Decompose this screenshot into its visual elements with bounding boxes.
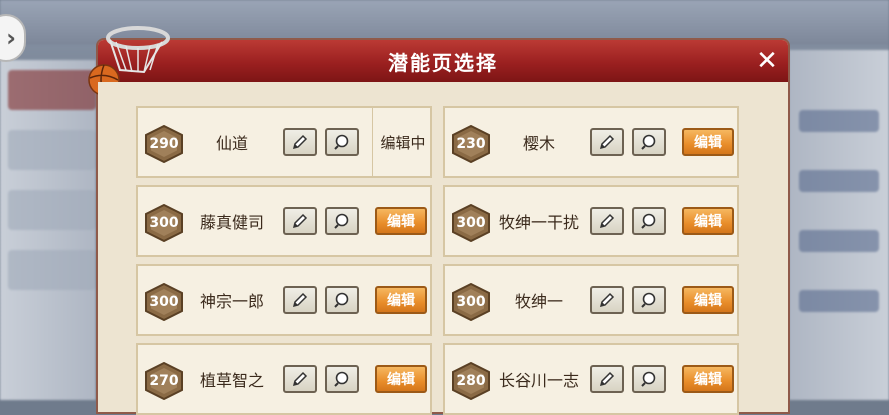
left-panel-blurred [0, 60, 96, 400]
potential-page-slot[interactable]: 300 牧绅一干扰 编辑 [443, 185, 739, 257]
magnifier-icon [641, 134, 656, 150]
view-button[interactable] [632, 128, 666, 156]
left-panel-row [8, 70, 96, 110]
rename-button[interactable] [590, 207, 624, 235]
level-badge: 280 [451, 362, 491, 400]
potential-page-slot[interactable]: 290 仙道 编辑中 [136, 106, 432, 178]
rename-button[interactable] [590, 365, 624, 393]
magnifier-icon [334, 134, 349, 150]
pencil-icon [599, 292, 615, 308]
pencil-icon [599, 134, 615, 150]
close-icon[interactable]: ✕ [752, 46, 782, 76]
magnifier-icon [334, 213, 349, 229]
page-list: 290 仙道 编辑中 230 樱木 编辑 300 藤真健司 编辑 300 牧绅一… [98, 82, 788, 415]
potential-page-slot[interactable]: 270 植草智之 编辑 [136, 343, 432, 415]
magnifier-icon [641, 213, 656, 229]
magnifier-icon [641, 292, 656, 308]
pencil-icon [292, 292, 308, 308]
player-name: 牧绅一干扰 [498, 213, 579, 232]
player-name: 仙道 [215, 134, 248, 153]
pencil-icon [599, 371, 615, 387]
player-name: 牧绅一 [514, 292, 563, 311]
view-button[interactable] [632, 286, 666, 314]
level-badge: 300 [144, 283, 184, 321]
level-number: 300 [149, 294, 179, 310]
edit-button[interactable]: 编辑 [682, 128, 734, 156]
pencil-icon [292, 213, 308, 229]
level-badge: 300 [144, 204, 184, 242]
left-panel-row [8, 190, 96, 230]
edit-button[interactable]: 编辑 [682, 286, 734, 314]
player-name: 藤真健司 [199, 213, 264, 232]
edit-button[interactable]: 编辑 [682, 365, 734, 393]
magnifier-icon [334, 371, 349, 387]
potential-page-dialog: 潜能页选择 ✕ 290 仙道 编辑中 230 樱木 编辑 300 藤真健司 编辑… [88, 26, 788, 415]
level-number: 300 [456, 294, 486, 310]
player-name: 植草智之 [199, 371, 264, 390]
level-badge: 230 [451, 125, 491, 163]
rename-button[interactable] [590, 286, 624, 314]
left-panel-row [8, 130, 96, 170]
pencil-icon [292, 371, 308, 387]
edit-button[interactable]: 编辑 [375, 207, 427, 235]
view-button[interactable] [632, 207, 666, 235]
edit-button[interactable]: 编辑 [375, 286, 427, 314]
view-button[interactable] [325, 365, 359, 393]
pencil-icon [599, 213, 615, 229]
level-number: 290 [149, 136, 179, 152]
rename-button[interactable] [590, 128, 624, 156]
right-panel-row [799, 170, 879, 192]
right-panel-row [799, 230, 879, 252]
potential-page-slot[interactable]: 280 长谷川一志 编辑 [443, 343, 739, 415]
level-badge: 270 [144, 362, 184, 400]
right-panel-blurred [789, 50, 889, 400]
edit-button[interactable]: 编辑 [375, 365, 427, 393]
level-number: 230 [456, 136, 486, 152]
magnifier-icon [641, 371, 656, 387]
dialog-title: 潜能页选择 [388, 50, 498, 75]
editing-status: 编辑中 [372, 108, 433, 176]
potential-page-slot[interactable]: 300 藤真健司 编辑 [136, 185, 432, 257]
level-badge: 300 [451, 204, 491, 242]
right-panel-row [799, 290, 879, 312]
left-panel-row [8, 250, 96, 290]
potential-page-slot[interactable]: 300 神宗一郎 编辑 [136, 264, 432, 336]
pencil-icon [292, 134, 308, 150]
level-number: 300 [149, 215, 179, 231]
chevron-right-icon: › [6, 24, 16, 52]
view-button[interactable] [632, 365, 666, 393]
level-number: 270 [149, 373, 179, 389]
player-name: 樱木 [522, 134, 555, 153]
magnifier-icon [334, 292, 349, 308]
player-name: 神宗一郎 [199, 292, 264, 311]
potential-page-slot[interactable]: 300 牧绅一 编辑 [443, 264, 739, 336]
level-number: 300 [456, 215, 486, 231]
rename-button[interactable] [283, 365, 317, 393]
level-badge: 290 [144, 125, 184, 163]
rename-button[interactable] [283, 286, 317, 314]
dialog-title-bar: 潜能页选择 ✕ [98, 40, 788, 82]
rename-button[interactable] [283, 207, 317, 235]
player-name: 长谷川一志 [498, 371, 579, 390]
view-button[interactable] [325, 207, 359, 235]
level-badge: 300 [451, 283, 491, 321]
view-button[interactable] [325, 286, 359, 314]
rename-button[interactable] [283, 128, 317, 156]
potential-page-slot[interactable]: 230 樱木 编辑 [443, 106, 739, 178]
level-number: 280 [456, 373, 486, 389]
right-panel-row [799, 110, 879, 132]
view-button[interactable] [325, 128, 359, 156]
edit-button[interactable]: 编辑 [682, 207, 734, 235]
